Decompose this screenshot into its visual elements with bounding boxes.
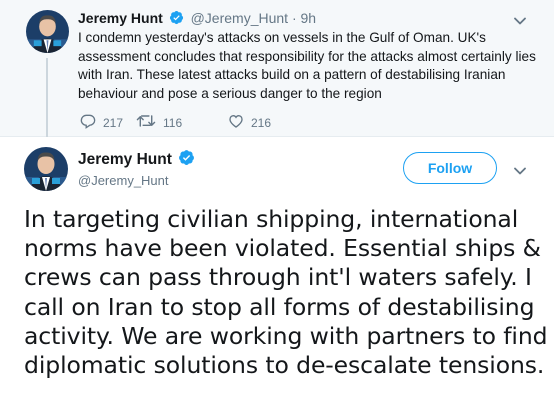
avatar[interactable]	[26, 10, 69, 53]
main-tweet: Jeremy Hunt @Jeremy_Hunt Follow In targe…	[0, 137, 554, 410]
main-author-name-row: Jeremy Hunt	[78, 149, 195, 171]
author-handle[interactable]: @Jeremy_Hunt	[191, 10, 288, 26]
author-name[interactable]: Jeremy Hunt	[78, 10, 163, 26]
retweet-button[interactable]: 116	[136, 113, 228, 132]
author-handle[interactable]: @Jeremy_Hunt	[78, 173, 169, 188]
chevron-down-icon[interactable]	[514, 12, 526, 30]
like-count: 216	[251, 115, 272, 130]
reply-button[interactable]: 217	[80, 113, 136, 132]
retweet-icon	[136, 113, 163, 132]
verified-badge-icon	[178, 149, 195, 171]
retweet-count: 116	[163, 115, 183, 130]
chevron-down-icon[interactable]	[514, 162, 526, 180]
parent-tweet-header: Jeremy Hunt @Jeremy_Hunt · 9h	[78, 10, 316, 28]
author-name[interactable]: Jeremy Hunt	[78, 151, 172, 168]
follow-button[interactable]: Follow	[403, 152, 497, 184]
thread-connector-line	[46, 58, 48, 137]
parent-tweet-text: I condemn yesterday's attacks on vessels…	[78, 30, 536, 101]
tweet-actions: 217 116 216	[80, 113, 293, 132]
avatar[interactable]	[24, 147, 68, 191]
reply-icon	[80, 113, 103, 132]
heart-icon	[228, 113, 251, 132]
twitter-thread: Jeremy Hunt @Jeremy_Hunt · 9h I condemn …	[0, 0, 554, 410]
reply-count: 217	[103, 115, 124, 130]
verified-badge-icon	[169, 10, 184, 28]
separator-dot: ·	[291, 10, 297, 26]
main-tweet-text: In targeting civilian shipping, internat…	[24, 205, 548, 380]
tweet-timestamp[interactable]: 9h	[301, 10, 317, 26]
like-button[interactable]: 216	[228, 113, 271, 132]
parent-tweet[interactable]: Jeremy Hunt @Jeremy_Hunt · 9h I condemn …	[0, 0, 554, 137]
